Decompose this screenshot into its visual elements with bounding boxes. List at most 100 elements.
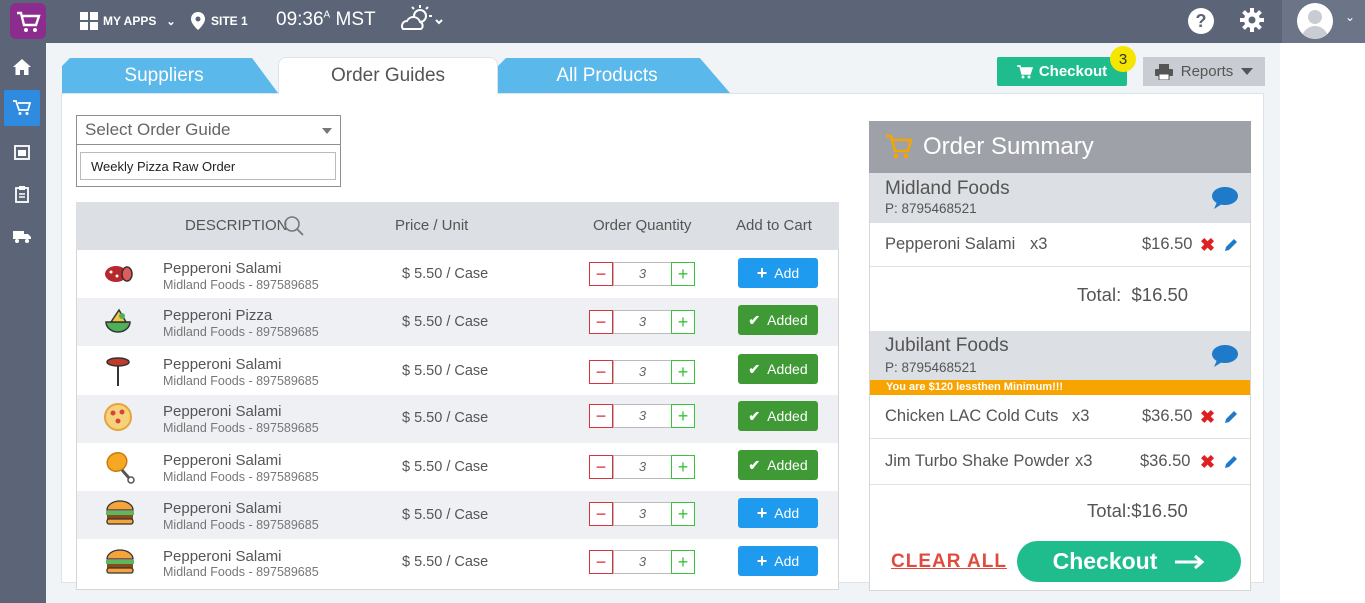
product-price: $ 5.50 / Case: [402, 507, 489, 523]
remove-icon[interactable]: ✖: [1200, 452, 1215, 473]
reports-button[interactable]: Reports: [1143, 57, 1265, 86]
home-icon[interactable]: [4, 49, 40, 85]
cart-icon: [13, 100, 31, 115]
site-label: SITE 1: [211, 14, 248, 28]
increment-button[interactable]: +: [671, 404, 695, 428]
clipboard-icon: [15, 185, 29, 203]
edit-pencil-icon[interactable]: [1224, 410, 1238, 429]
printer-icon: [1154, 63, 1173, 80]
delivery-icon: [13, 231, 31, 243]
quantity-input[interactable]: 3: [613, 404, 672, 428]
added-button[interactable]: ✔ Added: [738, 354, 818, 384]
remove-icon[interactable]: ✖: [1200, 235, 1215, 256]
increment-button[interactable]: +: [671, 262, 695, 286]
summary-item: Pepperoni Salami x3 $16.50 ✖: [870, 223, 1250, 267]
pizza-icon: [103, 402, 133, 437]
plus-icon: +: [756, 262, 768, 283]
increment-button[interactable]: +: [671, 310, 695, 334]
summary-item: Jim Turbo Shake Powder x3 $36.50 ✖: [870, 439, 1250, 485]
table-row: Pepperoni Salami Midland Foods - 8975896…: [77, 395, 838, 443]
tab-label: All Products: [556, 64, 658, 86]
table-row: Pepperoni Salami Midland Foods - 8975896…: [77, 539, 838, 587]
header-description: DESCRIPTION: [185, 217, 288, 234]
decrement-button[interactable]: −: [589, 502, 613, 526]
item-price: $16.50: [1142, 235, 1193, 253]
cart-icon: [886, 134, 913, 159]
gear-icon[interactable]: [1239, 7, 1265, 38]
product-price: $ 5.50 / Case: [402, 314, 489, 330]
vendor-header: Jubilant Foods P: 8795468521: [870, 331, 1250, 380]
quantity-input[interactable]: 3: [613, 502, 672, 526]
sidebar-item-clipboard[interactable]: [4, 176, 40, 212]
quantity-input[interactable]: 3: [613, 310, 672, 334]
decrement-button[interactable]: −: [589, 404, 613, 428]
sidebar-item-calendar[interactable]: [4, 134, 40, 170]
my-apps-menu[interactable]: MY APPS ⌄: [80, 12, 176, 30]
remove-icon[interactable]: ✖: [1200, 407, 1215, 428]
nachos-icon: [102, 306, 134, 343]
help-icon[interactable]: ?: [1188, 8, 1214, 34]
user-menu[interactable]: ⌄: [1282, 0, 1365, 43]
decrement-button[interactable]: −: [589, 310, 613, 334]
burger-icon: [104, 499, 136, 532]
chat-bubble-icon[interactable]: [1211, 344, 1239, 373]
header-quantity: Order Quantity: [593, 217, 692, 234]
decrement-button[interactable]: −: [589, 550, 613, 574]
tab-suppliers[interactable]: Suppliers: [62, 58, 278, 93]
checkmark-icon: ✔: [748, 311, 761, 328]
sidebar-item-cart[interactable]: [4, 90, 40, 126]
decrement-button[interactable]: −: [589, 360, 613, 384]
decrement-button[interactable]: −: [589, 455, 613, 479]
location-pin-icon: [191, 12, 205, 30]
product-name: Pepperoni Salami: [163, 260, 282, 277]
increment-button[interactable]: +: [671, 360, 695, 384]
site-selector[interactable]: SITE 1: [191, 12, 248, 30]
clear-all-link[interactable]: CLEAR ALL: [891, 551, 1007, 573]
increment-button[interactable]: +: [671, 502, 695, 526]
app-logo-cart-icon[interactable]: [10, 3, 46, 39]
order-guide-option[interactable]: Weekly Pizza Raw Order: [80, 152, 336, 180]
order-guide-select[interactable]: Select Order Guide: [76, 115, 341, 145]
quantity-input[interactable]: 3: [613, 550, 672, 574]
added-button[interactable]: ✔ Added: [738, 450, 818, 480]
checkout-label: Checkout: [1052, 548, 1158, 574]
tab-order-guides[interactable]: Order Guides: [278, 57, 498, 94]
quantity-input[interactable]: 3: [613, 262, 672, 286]
sidebar-item-delivery[interactable]: [4, 218, 40, 254]
decrement-button[interactable]: −: [589, 262, 613, 286]
reports-label: Reports: [1180, 63, 1234, 80]
checkout-button-large[interactable]: Checkout: [1017, 541, 1241, 582]
added-button[interactable]: ✔ Added: [738, 401, 818, 431]
edit-pencil-icon[interactable]: [1224, 238, 1238, 257]
checkmark-icon: ✔: [748, 456, 761, 473]
avatar: [1297, 3, 1333, 39]
vendor-total: Total:$16.50: [1087, 500, 1188, 521]
added-button[interactable]: ✔ Added: [738, 305, 818, 335]
chevron-down-icon: ⌄: [166, 15, 176, 28]
search-icon[interactable]: [283, 215, 305, 242]
product-supplier: Midland Foods - 897589685: [163, 325, 319, 339]
button-label: Added: [767, 457, 808, 473]
weather-widget[interactable]: [398, 5, 446, 40]
increment-button[interactable]: +: [671, 550, 695, 574]
add-to-cart-button[interactable]: + Add: [738, 498, 818, 528]
caret-down-icon: [322, 128, 332, 134]
tab-all-products[interactable]: All Products: [498, 58, 730, 93]
table-row: Pepperoni Pizza Midland Foods - 89758968…: [77, 298, 838, 346]
product-name: Pepperoni Salami: [163, 452, 282, 469]
button-label: Added: [767, 361, 808, 377]
quantity-input[interactable]: 3: [613, 455, 672, 479]
add-to-cart-button[interactable]: + Add: [738, 258, 818, 288]
header-add-to-cart: Add to Cart: [736, 217, 812, 234]
right-gutter: [1280, 43, 1365, 603]
add-to-cart-button[interactable]: + Add: [738, 546, 818, 576]
edit-pencil-icon[interactable]: [1224, 455, 1238, 474]
checkout-button[interactable]: Checkout: [997, 57, 1127, 86]
chat-bubble-icon[interactable]: [1211, 186, 1239, 215]
item-price: $36.50: [1140, 452, 1191, 470]
header-price: Price / Unit: [395, 217, 469, 234]
quantity-input[interactable]: 3: [613, 360, 672, 384]
increment-button[interactable]: +: [671, 455, 695, 479]
salami-icon: [102, 261, 134, 292]
vendor-total: Total: $16.50: [1077, 284, 1189, 305]
